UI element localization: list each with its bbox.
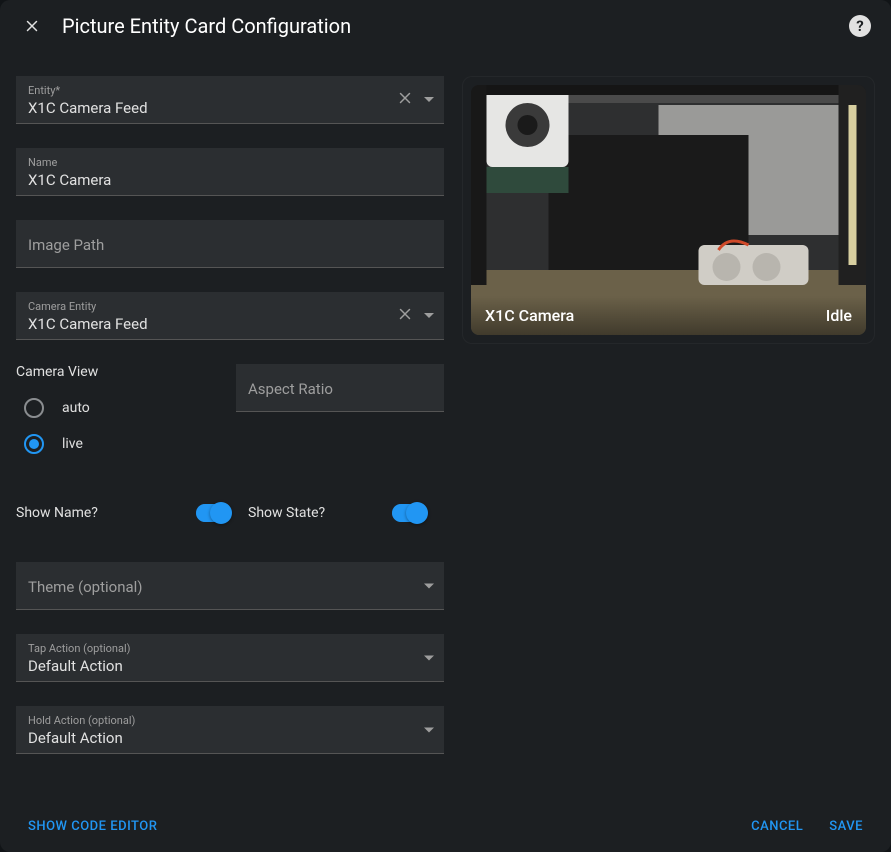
dialog-title: Picture Entity Card Configuration: [62, 14, 831, 38]
preview-card[interactable]: X1C Camera Idle: [471, 85, 866, 335]
radio-live-label: live: [62, 436, 83, 452]
preview-name: X1C Camera: [485, 306, 574, 325]
hold-action-label: Hold Action (optional): [28, 714, 432, 727]
camera-entity-value: X1C Camera Feed: [28, 315, 432, 333]
camera-view-label: Camera View: [16, 364, 218, 380]
radio-icon: [24, 434, 44, 454]
tap-action-label: Tap Action (optional): [28, 642, 432, 655]
preview-footer: X1C Camera Idle: [471, 296, 866, 335]
entity-label: Entity*: [28, 84, 432, 97]
form-column: Entity* X1C Camera Feed Name X1C Camera …: [16, 76, 444, 805]
switch-row: Show Name? Show State?: [16, 504, 444, 522]
show-name-toggle[interactable]: [196, 504, 230, 522]
cancel-button[interactable]: CANCEL: [751, 819, 803, 834]
dialog-body: Entity* X1C Camera Feed Name X1C Camera …: [0, 52, 891, 805]
image-path-field[interactable]: Image Path: [16, 220, 444, 268]
chevron-down-icon: [424, 97, 434, 102]
radio-auto-label: auto: [62, 400, 90, 416]
name-field[interactable]: Name X1C Camera: [16, 148, 444, 196]
close-icon: [23, 17, 41, 35]
theme-label: Theme (optional): [28, 578, 432, 596]
clear-entity-button[interactable]: [396, 89, 414, 111]
preview-state: Idle: [826, 306, 852, 325]
aspect-ratio-label: Aspect Ratio: [248, 380, 432, 398]
camera-entity-field[interactable]: Camera Entity X1C Camera Feed: [16, 292, 444, 340]
preview-wrapper: X1C Camera Idle: [462, 76, 875, 344]
help-button[interactable]: ?: [849, 15, 871, 37]
dialog-header: Picture Entity Card Configuration ?: [0, 0, 891, 52]
chevron-down-icon: [424, 313, 434, 318]
show-name-label: Show Name?: [16, 505, 196, 521]
chevron-down-icon: [424, 727, 434, 732]
help-icon: ?: [856, 17, 863, 35]
image-path-label: Image Path: [28, 236, 432, 254]
config-dialog: Picture Entity Card Configuration ? Enti…: [0, 0, 891, 852]
dialog-footer: SHOW CODE EDITOR CANCEL SAVE: [0, 805, 891, 852]
entity-value: X1C Camera Feed: [28, 99, 432, 117]
radio-icon: [24, 398, 44, 418]
tap-action-field[interactable]: Tap Action (optional) Default Action: [16, 634, 444, 682]
aspect-ratio-field[interactable]: Aspect Ratio: [236, 364, 444, 412]
radio-live[interactable]: live: [16, 426, 218, 462]
camera-view-row: Camera View auto live Aspect Ratio: [16, 364, 444, 462]
theme-field[interactable]: Theme (optional): [16, 562, 444, 610]
show-state-label: Show State?: [248, 505, 392, 521]
hold-action-field[interactable]: Hold Action (optional) Default Action: [16, 706, 444, 754]
camera-entity-label: Camera Entity: [28, 300, 432, 313]
save-button[interactable]: SAVE: [829, 819, 863, 834]
close-button[interactable]: [20, 14, 44, 38]
hold-action-value: Default Action: [28, 729, 432, 747]
tap-action-value: Default Action: [28, 657, 432, 675]
show-code-editor-button[interactable]: SHOW CODE EDITOR: [28, 819, 157, 834]
chevron-down-icon: [424, 655, 434, 660]
show-state-toggle[interactable]: [392, 504, 426, 522]
name-value: X1C Camera: [28, 171, 432, 189]
clear-camera-entity-button[interactable]: [396, 305, 414, 327]
chevron-down-icon: [424, 583, 434, 588]
name-label: Name: [28, 156, 432, 169]
preview-column: X1C Camera Idle: [462, 76, 875, 805]
radio-auto[interactable]: auto: [16, 390, 218, 426]
entity-field[interactable]: Entity* X1C Camera Feed: [16, 76, 444, 124]
